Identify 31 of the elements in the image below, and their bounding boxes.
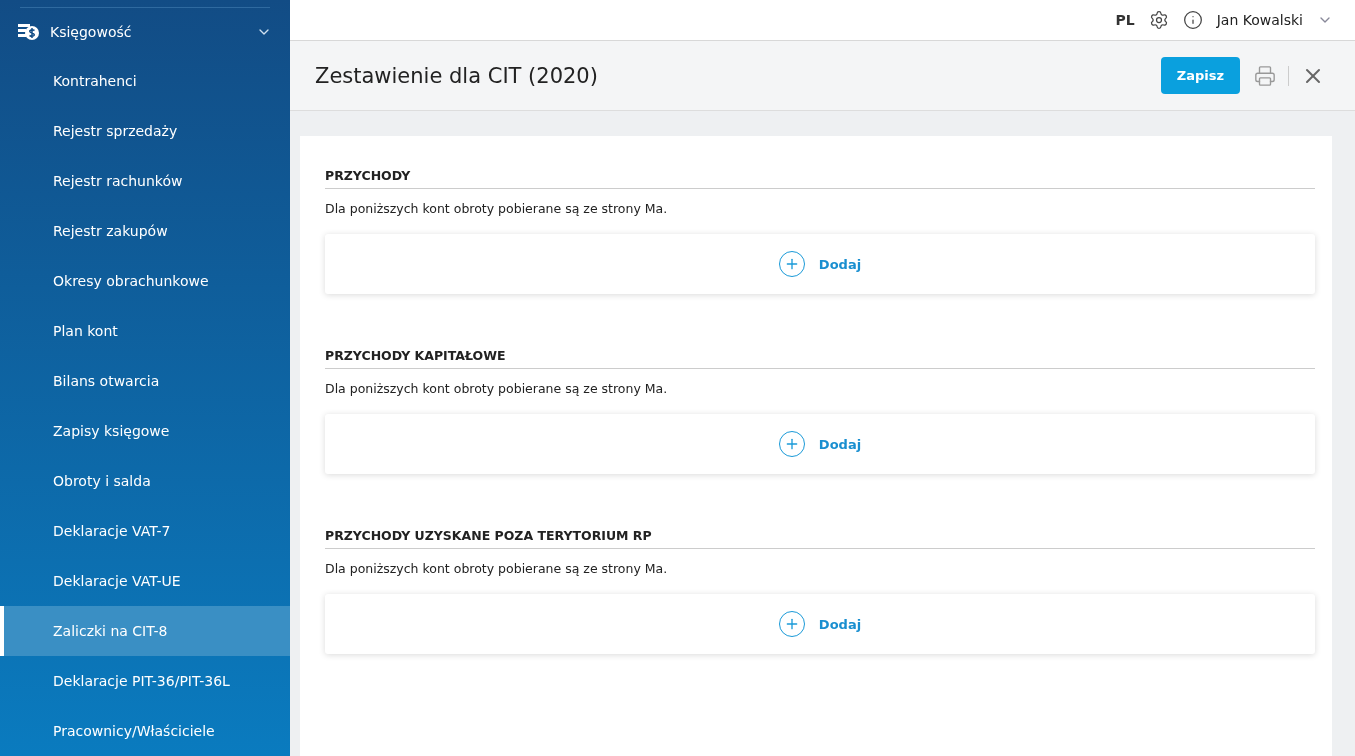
sidebar-item[interactable]: Zapisy księgowe xyxy=(0,406,290,456)
page-title: Zestawienie dla CIT (2020) xyxy=(315,63,599,88)
sidebar-item[interactable]: Rejestr sprzedaży xyxy=(0,106,290,156)
sidebar-item[interactable]: Bilans otwarcia xyxy=(0,356,290,406)
sidebar-group[interactable]: Księgowość xyxy=(0,7,290,56)
sidebar-item[interactable]: Rejestr zakupów xyxy=(0,206,290,256)
section-title: PRZYCHODY UZYSKANE POZA TERYTORIUM RP xyxy=(325,528,1315,549)
print-icon[interactable] xyxy=(1254,64,1276,87)
add-button[interactable]: Dodaj xyxy=(772,250,868,278)
sidebar-item[interactable]: Plan kont xyxy=(0,306,290,356)
user-name[interactable]: Jan Kowalski xyxy=(1216,12,1303,28)
section-note: Dla poniższych kont obroty pobierane są ze strony Ma. xyxy=(325,381,669,396)
sidebar-item[interactable]: Zaliczki na CIT-8 xyxy=(0,606,290,656)
section-title: PRZYCHODY KAPITAŁOWE xyxy=(325,348,1315,369)
sidebar-item[interactable]: Obroty i salda xyxy=(0,456,290,506)
sidebar-item[interactable]: Deklaracje VAT-7 xyxy=(0,506,290,556)
section-title: PRZYCHODY xyxy=(325,168,1315,189)
money-stack-icon xyxy=(18,22,40,41)
sidebar-item[interactable]: Rejestr rachunków xyxy=(0,156,290,206)
add-button[interactable]: Dodaj xyxy=(772,430,868,458)
sidebar-item[interactable]: Okresy obrachunkowe xyxy=(0,256,290,306)
section-note: Dla poniższych kont obroty pobierane są ze strony Ma. xyxy=(325,561,669,576)
sidebar-item[interactable]: Pracownicy/Właściciele xyxy=(0,706,290,756)
sidebar-item[interactable]: Kontrahenci xyxy=(0,56,290,106)
sidebar-item[interactable]: Deklaracje VAT-UE xyxy=(0,556,290,606)
section-note: Dla poniższych kont obroty pobierane są ze strony Ma. xyxy=(325,201,669,216)
sidebar-item[interactable]: Deklaracje PIT-36/PIT-36L xyxy=(0,656,290,706)
info-icon[interactable] xyxy=(1182,10,1203,30)
language-label[interactable]: PL xyxy=(1115,12,1135,28)
add-button[interactable]: Dodaj xyxy=(772,610,868,638)
settings-icon[interactable] xyxy=(1148,10,1169,30)
